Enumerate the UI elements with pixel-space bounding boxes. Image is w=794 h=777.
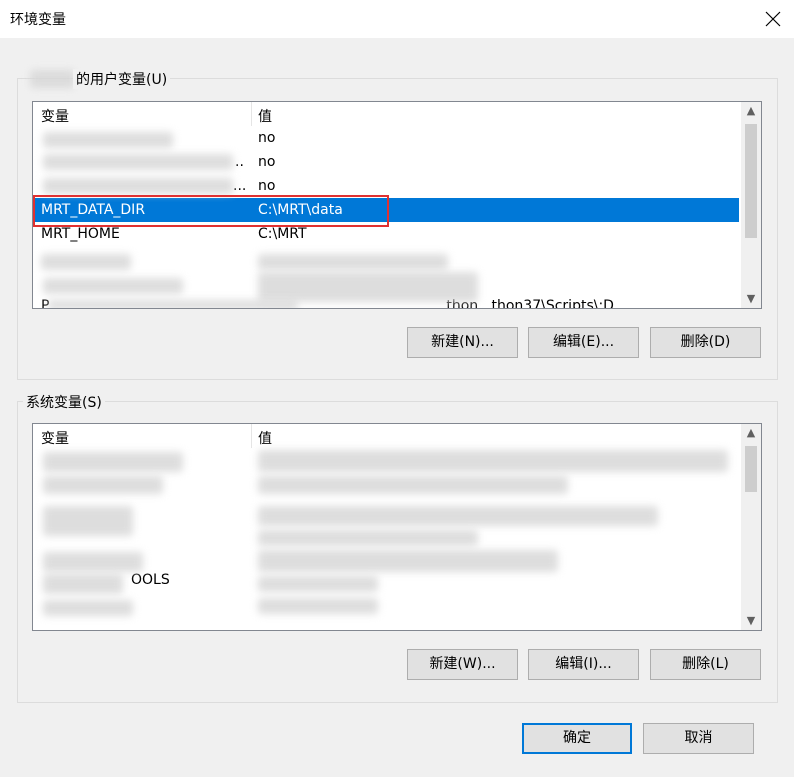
user-new-button[interactable]: 新建(N)... <box>407 327 518 358</box>
variable-name: OOLS <box>131 572 170 588</box>
user-edit-button[interactable]: 编辑(E)... <box>528 327 639 358</box>
user-variables-title: 的用户变量(U) <box>73 69 171 89</box>
redacted-block <box>258 530 478 546</box>
redacted-block <box>43 506 133 536</box>
variable-value: no <box>258 154 276 170</box>
close-icon <box>765 11 781 27</box>
redacted-block <box>43 132 173 148</box>
variable-name: .. <box>235 154 244 170</box>
variable-name: MRT_HOME <box>41 226 120 242</box>
redacted-block <box>258 476 568 494</box>
redacted-block <box>258 254 448 270</box>
redacted-block <box>258 506 658 526</box>
vertical-scrollbar[interactable]: ▲ ▼ <box>741 102 761 308</box>
annotation-highlight-box <box>33 195 389 227</box>
redacted-block <box>258 598 378 614</box>
column-header-variable[interactable]: 变量 <box>41 428 69 448</box>
column-header-value[interactable]: 值 <box>258 428 272 448</box>
redacted-block <box>43 154 233 170</box>
redacted-block <box>258 576 378 592</box>
variable-value: C:\MRT <box>258 226 307 242</box>
variable-value: no <box>258 130 276 146</box>
scroll-down-icon[interactable]: ▼ <box>741 290 761 308</box>
column-header-value[interactable]: 值 <box>258 106 272 126</box>
column-header-variable[interactable]: 变量 <box>41 106 69 126</box>
redacted-block <box>43 452 183 472</box>
redacted-block <box>258 272 478 302</box>
scroll-up-icon[interactable]: ▲ <box>741 424 761 442</box>
redacted-block <box>48 300 298 308</box>
system-variables-list[interactable]: 变量 值 OOLS ▲ ▼ <box>32 423 762 631</box>
scroll-up-icon[interactable]: ▲ <box>741 102 761 120</box>
scroll-down-icon[interactable]: ▼ <box>741 612 761 630</box>
vertical-scrollbar[interactable]: ▲ ▼ <box>741 424 761 630</box>
column-divider[interactable] <box>251 424 252 448</box>
redacted-username <box>30 70 75 88</box>
column-divider[interactable] <box>251 102 252 126</box>
redacted-block <box>43 278 183 294</box>
system-delete-button[interactable]: 删除(L) <box>650 649 761 680</box>
redacted-block <box>43 178 233 194</box>
redacted-block <box>258 450 728 472</box>
redacted-block <box>43 476 163 494</box>
close-button[interactable] <box>752 0 794 38</box>
table-row[interactable] <box>33 592 739 616</box>
redacted-block <box>43 552 143 572</box>
scroll-thumb[interactable] <box>745 446 757 492</box>
system-edit-button[interactable]: 编辑(I)... <box>528 649 639 680</box>
system-variables-title: 系统变量(S) <box>23 392 105 412</box>
redacted-block <box>258 550 558 572</box>
variable-name: ... <box>233 178 247 194</box>
scroll-thumb[interactable] <box>745 124 757 238</box>
list-header: 变量 值 <box>33 424 739 448</box>
cancel-button[interactable]: 取消 <box>643 723 754 754</box>
redacted-block <box>43 600 133 616</box>
window-title: 环境变量 <box>10 12 66 28</box>
system-new-button[interactable]: 新建(W)... <box>407 649 518 680</box>
list-header: 变量 值 <box>33 102 739 126</box>
variable-value: no <box>258 178 276 194</box>
ok-button[interactable]: 确定 <box>522 723 632 754</box>
redacted-block <box>43 574 123 594</box>
redacted-block <box>41 254 131 270</box>
title-bar: 环境变量 <box>0 0 794 38</box>
user-delete-button[interactable]: 删除(D) <box>650 327 761 358</box>
